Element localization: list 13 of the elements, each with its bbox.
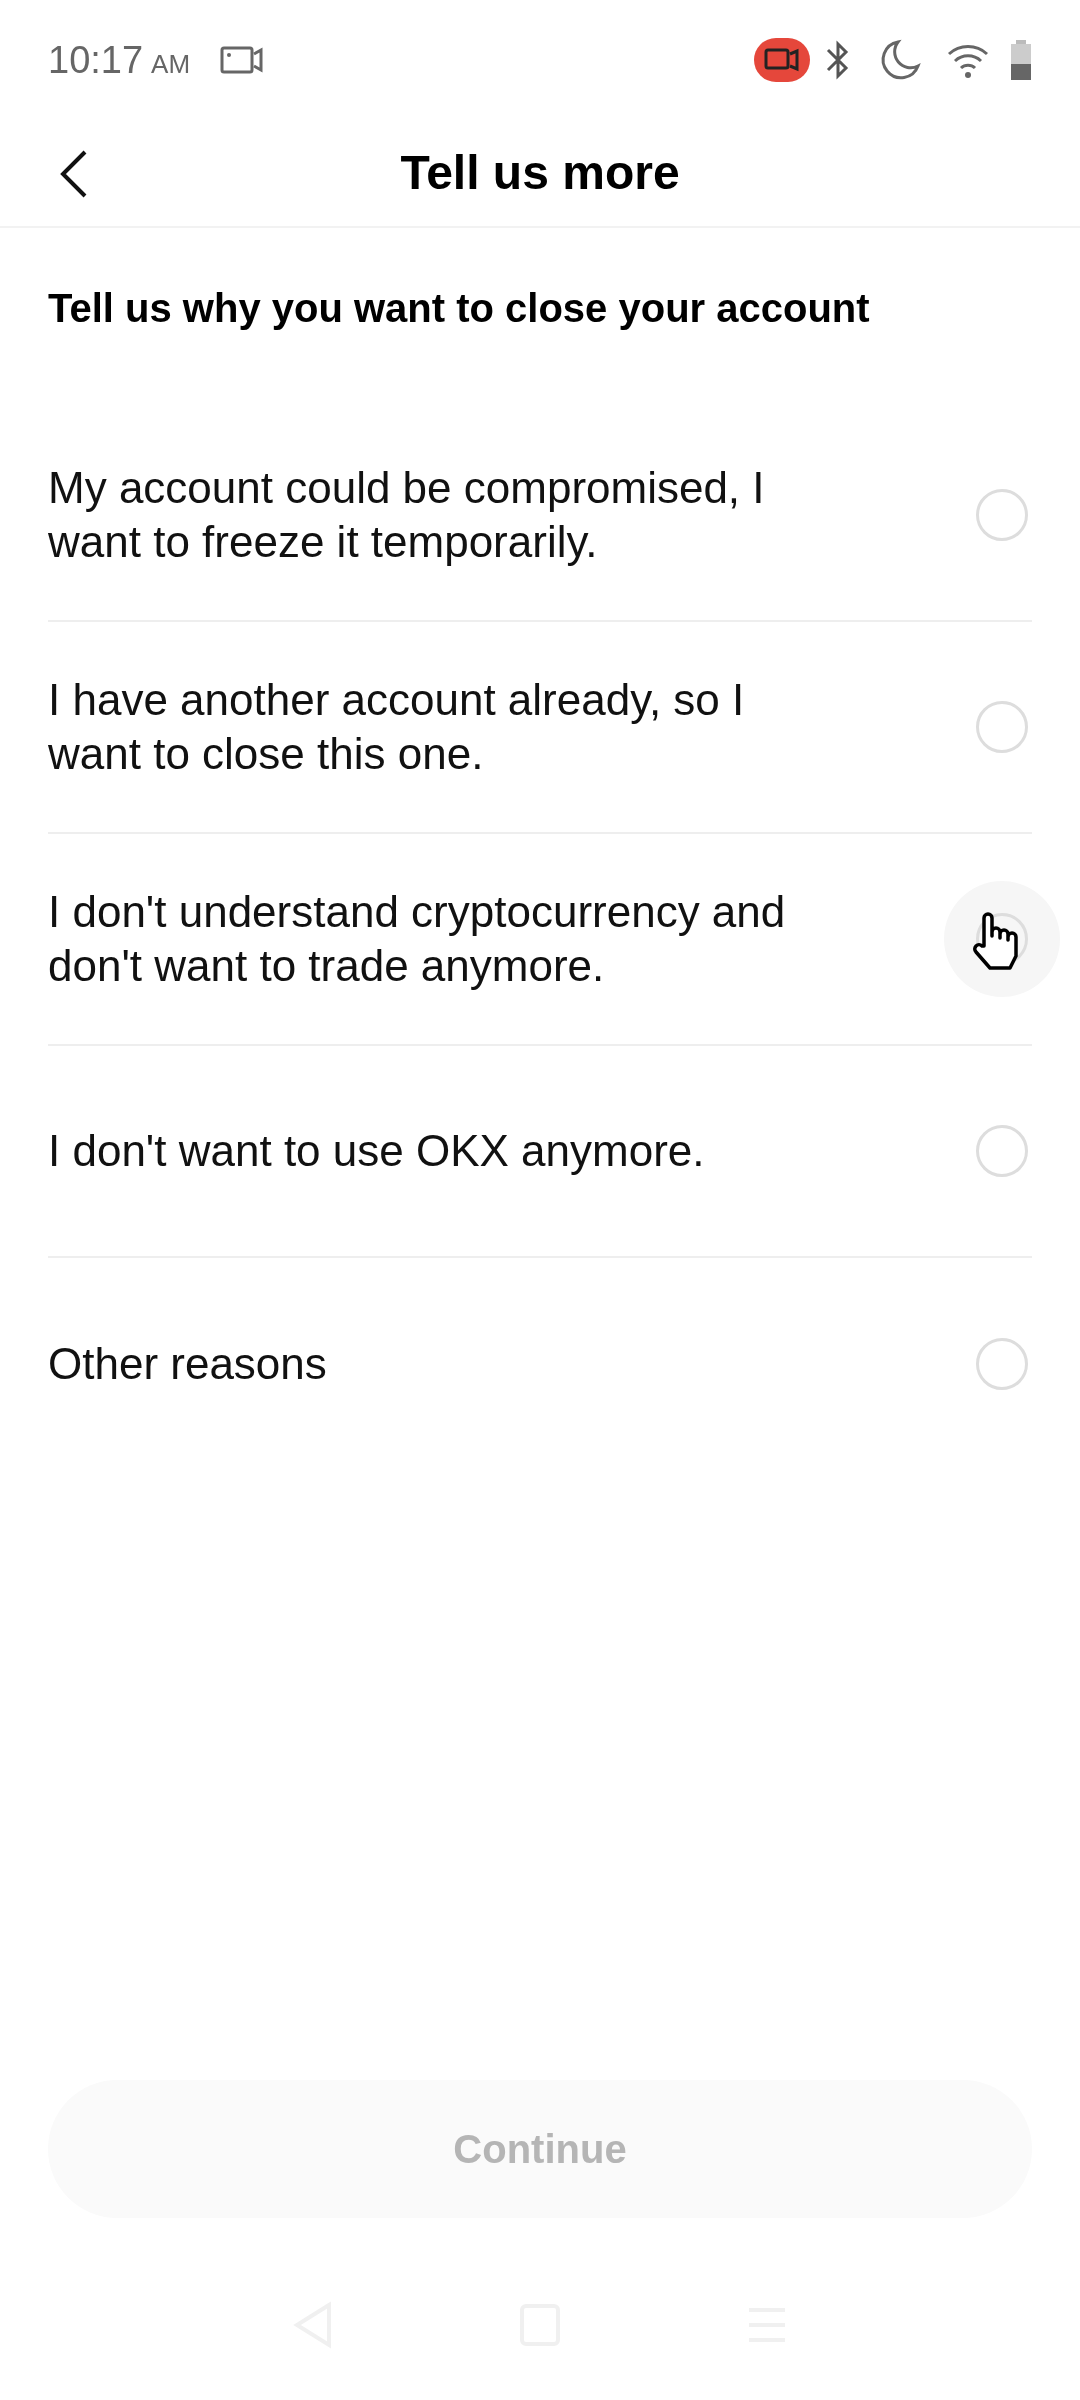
back-icon (59, 149, 89, 199)
screen-record-icon (220, 45, 265, 75)
question-heading: Tell us why you want to close your account (48, 285, 871, 332)
status-time: 10:17 (48, 37, 144, 83)
reason-text: My account could be compromised, I want to freeze it temporarily. (48, 462, 766, 568)
reason-text: Other reasons (48, 1338, 328, 1390)
battery-icon (1010, 40, 1032, 80)
reason-text: I don't want to use OKX anymore. (48, 1125, 706, 1177)
recording-icon (754, 38, 810, 82)
reason-text: I don't understand cryptocurrency and don't want to trade anymore. (48, 886, 787, 992)
status-period: AM (151, 47, 191, 81)
reason-text: I have another account already, so I want to close this one. (48, 674, 746, 780)
page-title: Tell us more (400, 145, 680, 201)
